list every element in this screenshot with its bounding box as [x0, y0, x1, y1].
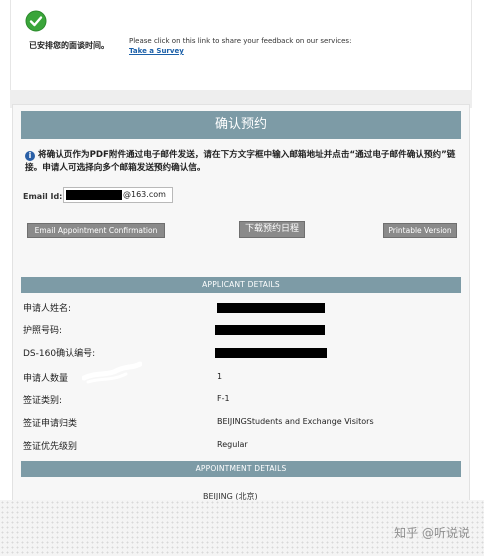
download-schedule-button[interactable]: 下载预约日程: [239, 221, 305, 238]
check-circle-icon: [25, 10, 47, 32]
email-label: Email Id:: [23, 192, 63, 201]
applicant-row: 护照号码:: [21, 319, 461, 341]
row-value: BEIJINGStudents and Exchange Visitors: [217, 417, 374, 426]
appointment-details-heading: APPOINTMENT DETAILS: [21, 461, 461, 477]
feedback-text: Please click on this link to share your …: [129, 37, 352, 45]
info-text: 将确认页作为PDF附件通过电子邮件发送，请在下方文字框中输入邮箱地址并点击“通过…: [25, 150, 456, 173]
email-domain-text: @163.com: [123, 190, 166, 199]
confirm-message: 已安排您的面谈时间。: [29, 41, 109, 50]
row-label: 签证优先级别: [23, 442, 78, 452]
panel-title: 确认预约: [21, 111, 461, 139]
applicant-row: 签证优先级别 Regular: [21, 435, 461, 457]
info-icon: i: [25, 151, 35, 161]
applicant-row: 签证申请归类 BEIJINGStudents and Exchange Visi…: [21, 412, 461, 434]
row-label: 签证申请归类: [23, 419, 78, 429]
info-message: i 将确认页作为PDF附件通过电子邮件发送，请在下方文字框中输入邮箱地址并点击“通…: [25, 149, 459, 175]
redaction-mask: [215, 348, 327, 358]
row-label: 护照号码:: [23, 326, 63, 336]
redaction-mask: [66, 190, 122, 200]
scribble-mark: [82, 361, 142, 384]
notification-area: 已安排您的面谈时间。 Please click on this link to …: [10, 0, 472, 90]
printable-version-button[interactable]: Printable Version: [383, 223, 457, 238]
row-value: F-1: [217, 394, 230, 403]
applicant-row: 申请人姓名:: [21, 297, 461, 319]
row-value: 1: [217, 372, 223, 381]
email-confirmation-button[interactable]: Email Appointment Confirmation: [27, 223, 165, 238]
feedback-block: Please click on this link to share your …: [129, 36, 351, 56]
page-footer: 知乎 @听说说: [0, 500, 484, 556]
row-label: 签证类别:: [23, 396, 63, 406]
row-label: 申请人数量: [23, 374, 69, 384]
appointment-panel: 确认预约 i 将确认页作为PDF附件通过电子邮件发送，请在下方文字框中输入邮箱地址…: [12, 104, 470, 504]
survey-link[interactable]: Take a Survey: [129, 46, 351, 56]
row-value: Regular: [217, 440, 248, 449]
applicant-row: 签证类别: F-1: [21, 389, 461, 411]
redaction-mask: [215, 325, 325, 335]
email-input[interactable]: @163.com: [63, 187, 173, 203]
redaction-mask: [217, 303, 325, 313]
applicant-details-heading: APPLICANT DETAILS: [21, 277, 461, 293]
watermark-text: 知乎 @听说说: [394, 526, 470, 540]
row-label: 申请人姓名:: [23, 304, 72, 314]
